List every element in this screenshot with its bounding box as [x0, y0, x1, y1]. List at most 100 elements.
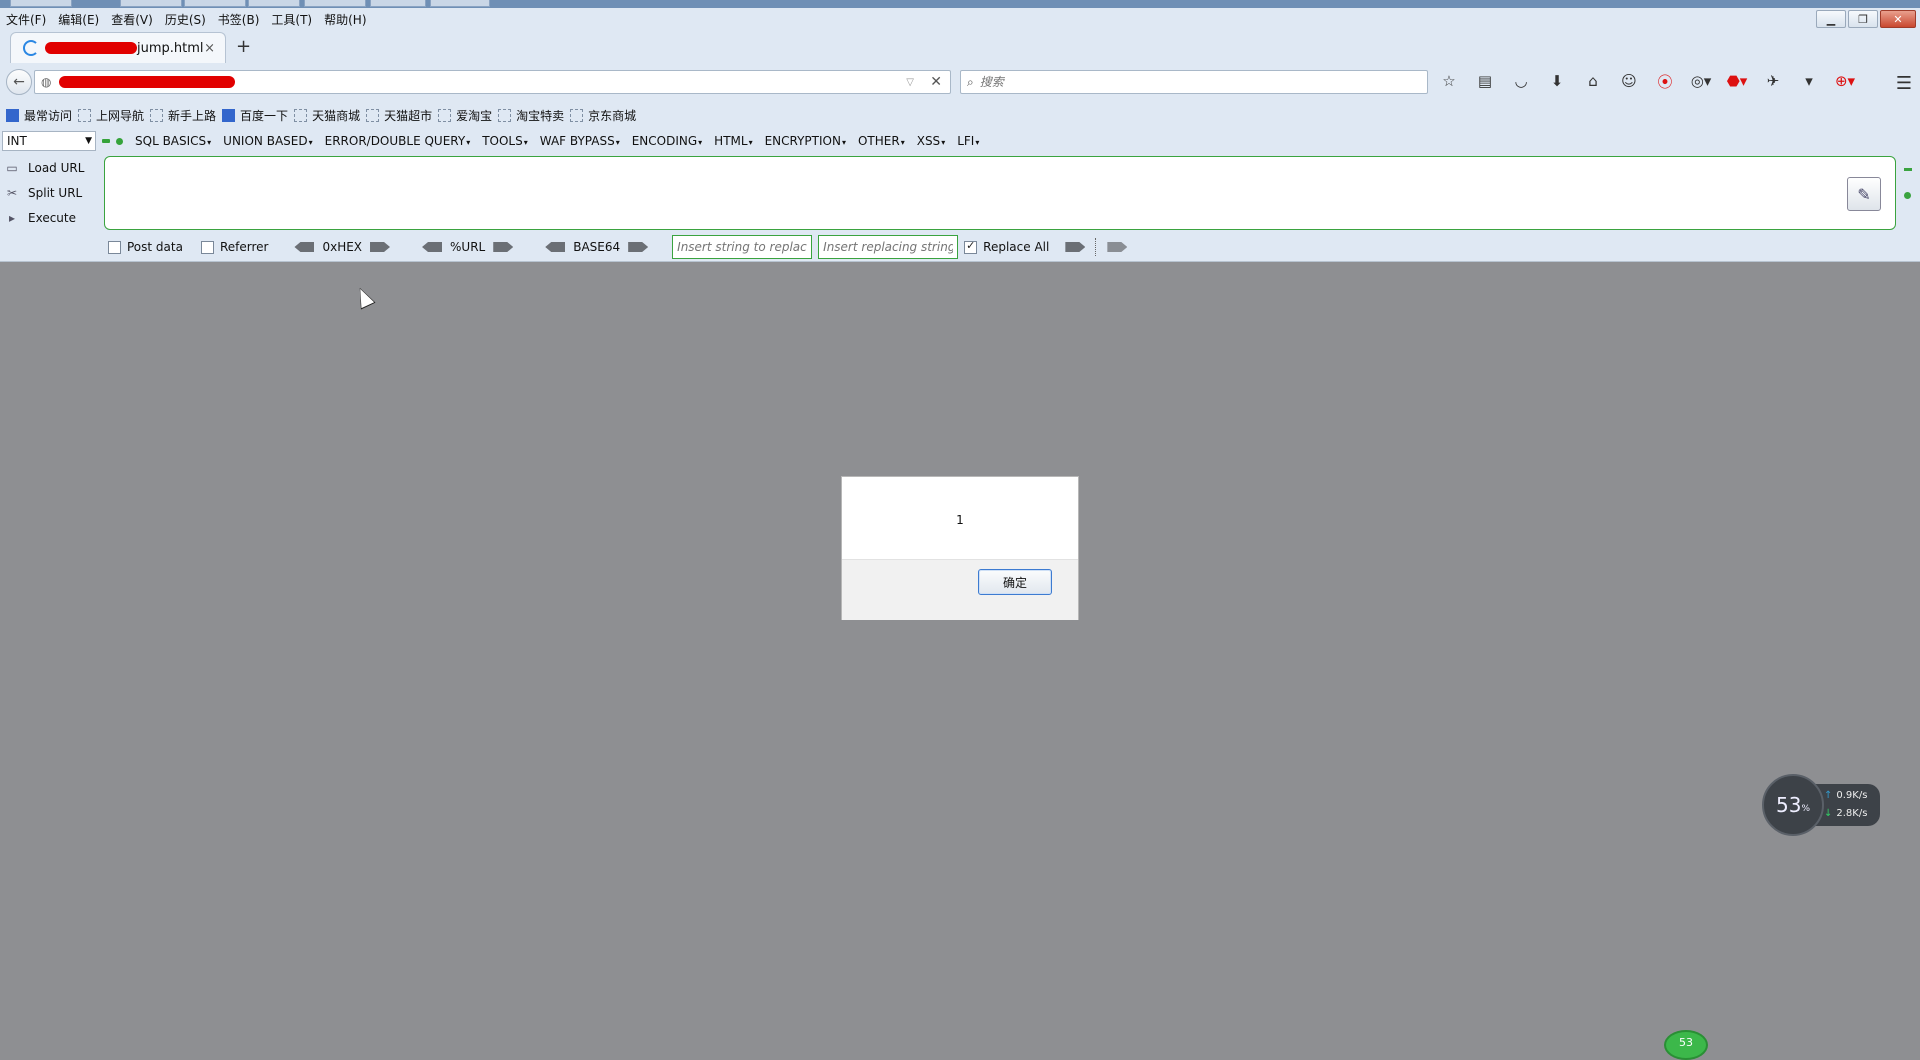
- download-icon[interactable]: ⬇: [1546, 71, 1568, 91]
- site-identity-icon[interactable]: ◍: [41, 75, 51, 89]
- url-dropdown-icon[interactable]: ▽: [906, 77, 914, 88]
- close-window-button[interactable]: ✕: [1880, 10, 1916, 28]
- tab-active[interactable]: jump.html ×: [10, 32, 226, 63]
- hackbar-menu-html[interactable]: HTML: [714, 134, 752, 148]
- hackbar-menu-sql-basics[interactable]: SQL BASICS: [135, 134, 211, 148]
- hex-encoder: 0xHEX: [286, 240, 398, 254]
- bookmark-item[interactable]: 天猫超市: [366, 107, 432, 124]
- bookmark-item[interactable]: 新手上路: [150, 107, 216, 124]
- tray-badge[interactable]: 53: [1664, 1030, 1708, 1060]
- adblock-icon[interactable]: ⬣▾: [1726, 71, 1748, 91]
- hackbar-url-textarea[interactable]: ✎: [104, 156, 1896, 230]
- chat-icon[interactable]: ☺: [1618, 71, 1640, 91]
- addon-icon[interactable]: ◎▾: [1690, 71, 1712, 91]
- base64-encode-arrow-icon[interactable]: [628, 242, 649, 252]
- hackbar-menu-error-double-query[interactable]: ERROR/DOUBLE QUERY: [325, 134, 471, 148]
- ok-button[interactable]: 确定: [978, 569, 1052, 595]
- bookmarks-bar: 最常访问 上网导航 新手上路 百度一下 天猫商城 天猫超市 爱淘宝 淘宝特卖 京…: [0, 104, 1920, 126]
- replace-search-input[interactable]: [672, 235, 813, 259]
- url-encoder: %URL: [414, 240, 521, 254]
- execute-button[interactable]: ▸ Execute: [0, 205, 100, 230]
- url-decode-arrow-icon[interactable]: [422, 242, 443, 252]
- hackbar-menu-encryption[interactable]: ENCRYPTION: [765, 134, 846, 148]
- post-data-toggle[interactable]: Post data: [108, 240, 183, 254]
- extension-dropdown-icon[interactable]: ▾: [1798, 71, 1820, 91]
- home-icon[interactable]: ⌂: [1582, 71, 1604, 91]
- back-button[interactable]: ←: [6, 69, 32, 95]
- base64-label: BASE64: [573, 240, 621, 254]
- url-encode-arrow-icon[interactable]: [493, 242, 514, 252]
- replace-with-input[interactable]: [818, 235, 959, 259]
- new-tab-button[interactable]: +: [236, 36, 251, 57]
- status-dash-icon: [102, 139, 110, 143]
- url-bar[interactable]: ◍ ▽ ✕: [34, 70, 951, 94]
- bookmark-item[interactable]: 天猫商城: [294, 107, 360, 124]
- taskbar-item[interactable]: [430, 0, 490, 7]
- hackbar-menu-union-based[interactable]: UNION BASED: [223, 134, 312, 148]
- hackbar-menu-lfi[interactable]: LFI: [957, 134, 979, 148]
- notepad-icon[interactable]: ✎: [1847, 177, 1881, 211]
- post-data-checkbox[interactable]: [108, 240, 121, 254]
- hamburger-menu-icon[interactable]: ☰: [1896, 73, 1912, 94]
- navigation-bar: ← ◍ ▽ ✕ ⌕ ☆ ▤ ◡ ⬇ ⌂ ☺ ⦿ ◎▾ ⬣▾ ✈ ▾ ⊕▾ ☰: [0, 65, 1920, 97]
- replace-reverse-arrow-icon[interactable]: [1107, 242, 1128, 252]
- mouse-cursor-fill: [353, 285, 375, 309]
- search-bar[interactable]: ⌕: [960, 70, 1428, 94]
- bookmark-item[interactable]: 京东商城: [570, 107, 636, 124]
- taskbar-item[interactable]: [304, 0, 366, 7]
- taskbar-item[interactable]: [184, 0, 246, 7]
- hex-decode-arrow-icon[interactable]: [294, 242, 315, 252]
- hackbar-menu-tools[interactable]: TOOLS: [482, 134, 528, 148]
- referrer-toggle[interactable]: Referrer: [200, 240, 268, 254]
- replace-arrow-icon[interactable]: [1065, 242, 1086, 252]
- taskbar-item[interactable]: [10, 0, 72, 7]
- tab-close-icon[interactable]: ×: [204, 41, 215, 56]
- replace-all-toggle[interactable]: Replace All: [964, 239, 1049, 254]
- minimize-button[interactable]: ▁: [1816, 10, 1846, 28]
- bookmark-item[interactable]: 淘宝特卖: [498, 107, 564, 124]
- hackbar-menu-encoding[interactable]: ENCODING: [632, 134, 702, 148]
- menu-view[interactable]: 查看(V): [105, 11, 159, 28]
- hackbar-menu-other[interactable]: OTHER: [858, 134, 905, 148]
- plus-addon-icon[interactable]: ⊕▾: [1834, 71, 1856, 91]
- redaction-mark: [45, 42, 137, 54]
- taskbar-item[interactable]: [370, 0, 426, 7]
- search-input[interactable]: [977, 74, 1402, 90]
- pocket-icon[interactable]: ◡: [1510, 71, 1532, 91]
- tab-strip: jump.html × +: [0, 32, 1920, 63]
- network-monitor-widget[interactable]: 0.9K/s 2.8K/s 53%: [1762, 774, 1882, 836]
- load-url-button[interactable]: ▭ Load URL: [0, 155, 100, 180]
- stop-icon[interactable]: ✕: [930, 74, 942, 90]
- play-icon: ▸: [8, 210, 16, 225]
- hackbar-menu-waf-bypass[interactable]: WAF BYPASS: [540, 134, 620, 148]
- hex-encode-arrow-icon[interactable]: [370, 242, 391, 252]
- referrer-checkbox[interactable]: [200, 240, 214, 254]
- base64-decode-arrow-icon[interactable]: [545, 242, 566, 252]
- loading-spinner-icon: [23, 40, 39, 56]
- bookmark-item[interactable]: 最常访问: [6, 107, 72, 124]
- taskbar-item[interactable]: [248, 0, 300, 7]
- hackbar-menu-xss[interactable]: XSS: [917, 134, 945, 148]
- reading-list-icon[interactable]: ▤: [1474, 71, 1496, 91]
- search-icon: ⌕: [967, 74, 974, 89]
- bookmark-item[interactable]: 百度一下: [222, 107, 288, 124]
- url-label: %URL: [450, 240, 486, 254]
- bookmark-star-icon[interactable]: ☆: [1438, 71, 1460, 91]
- replace-all-checkbox[interactable]: [964, 239, 978, 254]
- bookmark-item[interactable]: 上网导航: [78, 107, 144, 124]
- menu-edit[interactable]: 编辑(E): [52, 11, 105, 28]
- restore-button[interactable]: ❐: [1848, 10, 1878, 28]
- split-url-button[interactable]: ✂ Split URL: [0, 180, 100, 205]
- menu-bookmarks[interactable]: 书签(B): [212, 11, 266, 28]
- taskbar-item[interactable]: [120, 0, 182, 7]
- menu-help[interactable]: 帮助(H): [318, 11, 372, 28]
- taskbar-strip: [0, 0, 1920, 8]
- menu-history[interactable]: 历史(S): [159, 11, 212, 28]
- menu-tools[interactable]: 工具(T): [265, 11, 318, 28]
- side-dash-icon: [1904, 168, 1912, 171]
- type-select[interactable]: INT ▼: [2, 131, 96, 151]
- extension-icon[interactable]: ✈: [1762, 71, 1784, 91]
- opera-icon[interactable]: ⦿: [1654, 71, 1676, 91]
- menu-file[interactable]: 文件(F): [0, 11, 52, 28]
- bookmark-item[interactable]: 爱淘宝: [438, 107, 492, 124]
